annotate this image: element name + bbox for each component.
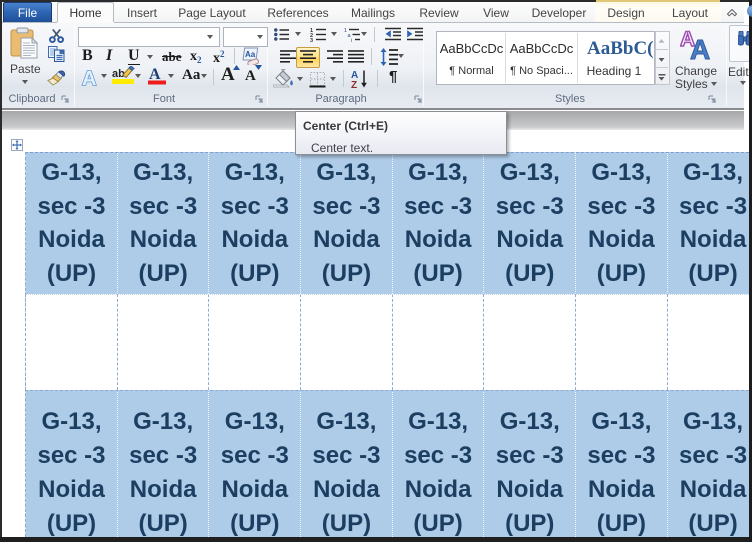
svg-text:i: i	[351, 38, 352, 42]
svg-text:A: A	[82, 68, 96, 88]
svg-text:Z: Z	[351, 80, 357, 89]
svg-text:ab: ab	[112, 68, 125, 80]
svg-text:A: A	[690, 34, 710, 61]
svg-text:3: 3	[310, 38, 313, 42]
svg-text:Aa: Aa	[245, 50, 256, 59]
svg-text:A: A	[149, 66, 161, 83]
